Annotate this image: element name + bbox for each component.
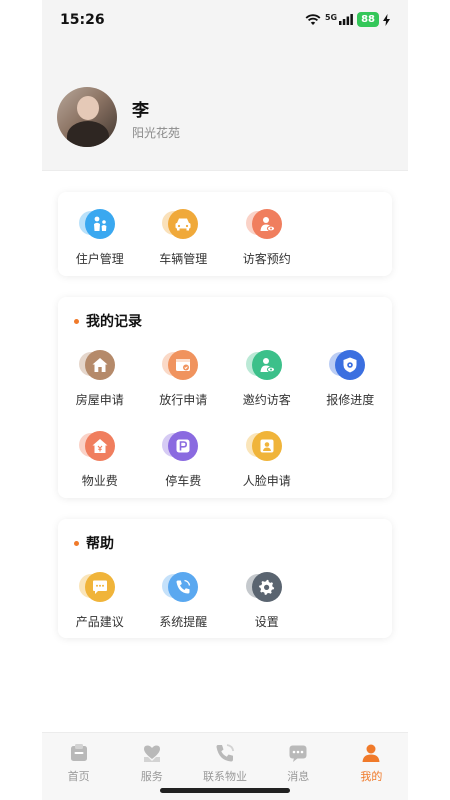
quick-action-visitor-booking[interactable]: 访客预约 [225, 206, 309, 287]
records-title-text: 我的记录 [86, 314, 142, 330]
help-label: 产品建议 [75, 615, 124, 629]
records-card: 我的记录 房屋申请 放行申请 邀约访客 报修进度 物业费 停车费 人脸申请 [58, 297, 392, 498]
help-title-text: 帮助 [86, 536, 114, 552]
help-product-feedback[interactable]: 产品建议 [58, 569, 142, 650]
invite-icon [245, 350, 284, 384]
help-settings[interactable]: 设置 [225, 569, 309, 650]
records-grid: 房屋申请 放行申请 邀约访客 报修进度 物业费 停车费 人脸申请 [58, 347, 392, 509]
avatar[interactable] [57, 87, 117, 147]
tab-label: 服务 [140, 770, 163, 783]
car-icon [162, 209, 200, 243]
gear-icon [245, 572, 284, 606]
record-parking-fee[interactable]: 停车费 [142, 428, 226, 509]
help-system-reminder[interactable]: 系统提醒 [142, 569, 226, 650]
record-repair-progress[interactable]: 报修进度 [309, 347, 393, 428]
wifi-icon [305, 13, 321, 26]
quick-action-label: 访客预约 [242, 252, 291, 266]
parking-icon [162, 431, 200, 465]
user-name: 李 [132, 101, 149, 121]
quick-actions-card: 住户管理 车辆管理 访客预约 [58, 192, 392, 276]
tab-label: 首页 [67, 770, 90, 783]
repair-shield-icon [329, 350, 367, 384]
tab-label: 联系物业 [203, 770, 247, 783]
face-icon [245, 431, 284, 465]
service-tab-icon [140, 741, 164, 765]
record-invite-visitor[interactable]: 邀约访客 [225, 347, 309, 428]
status-bar: 15:26 5G 88 [42, 0, 408, 44]
visitor-icon [245, 209, 284, 243]
feedback-icon [78, 572, 117, 606]
quick-actions-grid: 住户管理 车辆管理 访客预约 [58, 206, 392, 287]
help-title: 帮助 [74, 533, 114, 553]
records-title: 我的记录 [74, 311, 142, 331]
help-label: 设置 [254, 615, 279, 629]
tab-label: 消息 [287, 770, 310, 783]
residents-icon [78, 209, 117, 243]
profile-tab-icon [359, 741, 383, 765]
record-label: 报修进度 [326, 393, 375, 407]
charging-icon [383, 13, 390, 26]
house-icon [78, 350, 117, 384]
home-indicator [160, 788, 290, 793]
record-property-fee[interactable]: 物业费 [58, 428, 142, 509]
quick-action-label: 住户管理 [75, 252, 124, 266]
title-dot [74, 540, 79, 546]
record-house-application[interactable]: 房屋申请 [58, 347, 142, 428]
home-tab-icon [67, 741, 91, 765]
profile-header[interactable]: 李 阳光花苑 [42, 44, 408, 171]
tab-profile[interactable]: 我的 [335, 733, 408, 800]
status-indicators: 5G 88 [305, 12, 390, 27]
quick-action-residents[interactable]: 住户管理 [58, 206, 142, 287]
help-card: 帮助 产品建议 系统提醒 设置 [58, 519, 392, 638]
title-dot [74, 318, 79, 324]
record-label: 停车费 [165, 474, 202, 488]
community-name: 阳光花苑 [132, 126, 181, 140]
help-grid: 产品建议 系统提醒 设置 [58, 569, 392, 650]
phone-icon [162, 572, 200, 606]
release-icon [162, 350, 200, 384]
record-label: 人脸申请 [242, 474, 291, 488]
record-face-application[interactable]: 人脸申请 [225, 428, 309, 509]
record-label: 邀约访客 [242, 393, 291, 407]
record-release-application[interactable]: 放行申请 [142, 347, 226, 428]
record-label: 房屋申请 [75, 393, 124, 407]
contact-tab-icon [213, 741, 237, 765]
app-screen: 15:26 5G 88 李 阳光花苑 住户管理 车辆管理 访客预约 我的记录 房… [42, 0, 408, 800]
record-label: 物业费 [81, 474, 118, 488]
quick-action-label: 车辆管理 [159, 252, 208, 266]
property-fee-icon [78, 431, 117, 465]
record-label: 放行申请 [159, 393, 208, 407]
quick-action-vehicles[interactable]: 车辆管理 [142, 206, 226, 287]
status-time: 15:26 [60, 12, 105, 28]
network-type: 5G [324, 13, 338, 22]
cellular-signal-icon: 5G [325, 14, 353, 25]
help-label: 系统提醒 [159, 615, 208, 629]
battery-level: 88 [357, 12, 379, 27]
tab-label: 我的 [360, 770, 383, 783]
tab-home[interactable]: 首页 [42, 733, 115, 800]
message-tab-icon [286, 741, 310, 765]
